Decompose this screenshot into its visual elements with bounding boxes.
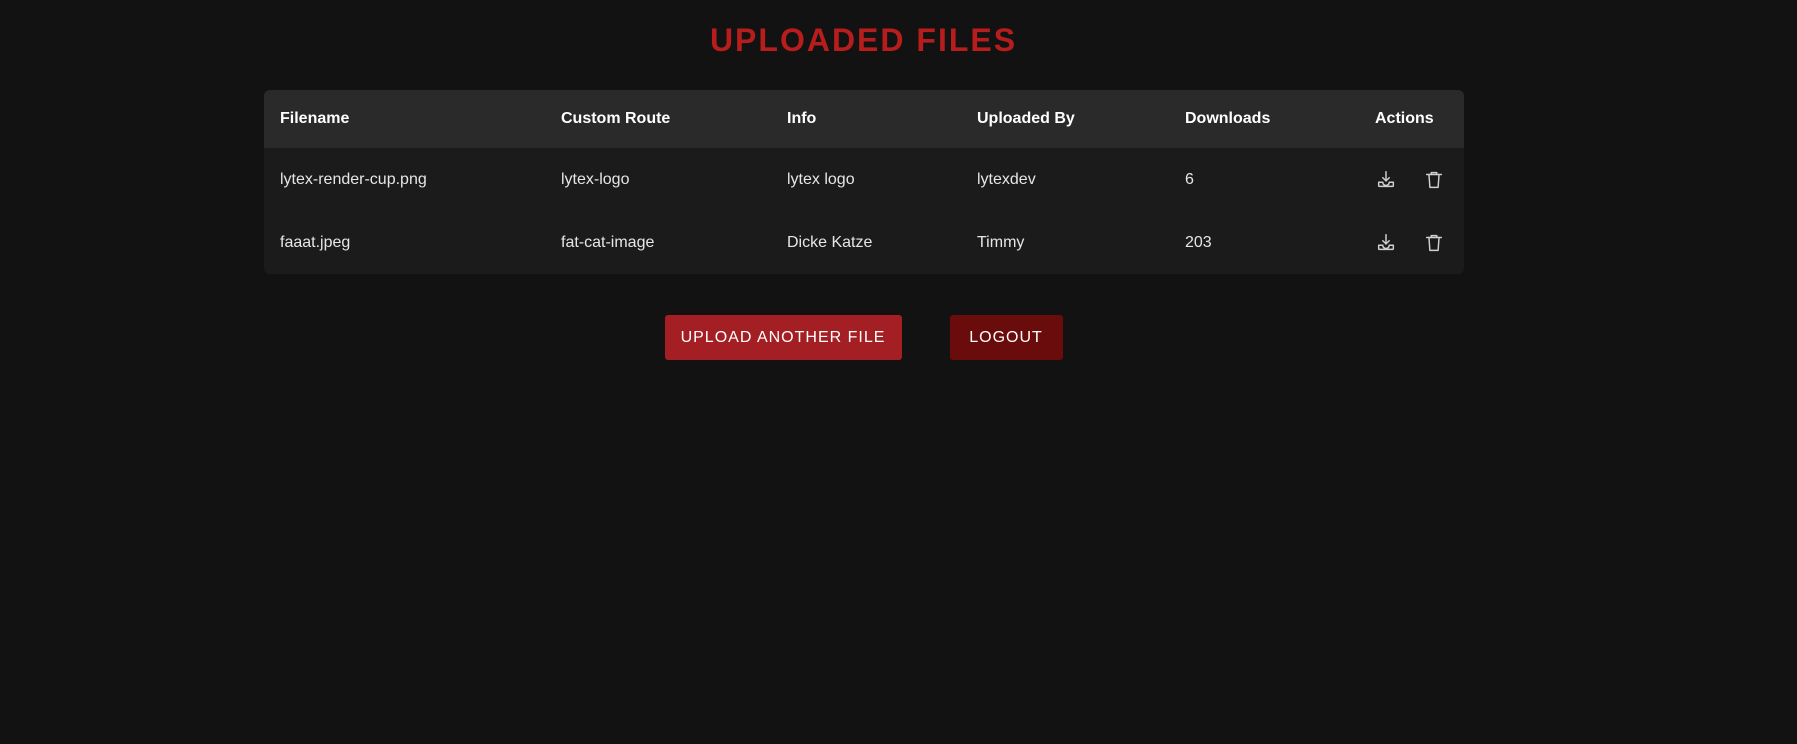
cell-downloads: 6 [1185,170,1194,188]
header-custom-route: Custom Route [561,110,671,127]
header-filename: Filename [280,110,350,127]
cell-filename: lytex-render-cup.png [280,170,427,188]
trash-icon[interactable] [1423,169,1445,191]
cell-custom-route: fat-cat-image [561,233,655,251]
cell-actions [1359,211,1464,274]
cell-uploaded-by: Timmy [977,233,1025,251]
uploaded-files-page: UPLOADED FILES Filename Custom Route Inf… [0,0,1797,744]
header-info: Info [787,110,817,127]
page-title: UPLOADED FILES [709,22,1018,58]
cell-actions [1359,148,1464,211]
header-uploaded-by: Uploaded By [977,110,1075,127]
action-buttons: UPLOAD ANOTHER FILE LOGOUT [0,315,1727,360]
cell-filename: faaat.jpeg [280,233,351,251]
files-table: Filename Custom Route Info Uploaded By D… [264,90,1464,274]
files-table-container: Filename Custom Route Info Uploaded By D… [264,90,1464,274]
cell-info: lytex logo [787,170,855,188]
table-header-row: Filename Custom Route Info Uploaded By D… [264,90,1464,148]
header-downloads: Downloads [1185,110,1271,127]
logout-button[interactable]: LOGOUT [949,315,1063,360]
row-actions [1375,148,1464,211]
cell-uploaded-by: lytexdev [977,170,1036,188]
cell-downloads: 203 [1185,233,1212,251]
download-icon[interactable] [1375,169,1397,191]
table-row: lytex-render-cup.png lytex-logo lytex lo… [264,148,1464,211]
download-icon[interactable] [1375,232,1397,254]
table-row: faaat.jpeg fat-cat-image Dicke Katze Tim… [264,211,1464,274]
cell-custom-route: lytex-logo [561,170,630,188]
row-actions [1375,211,1464,274]
trash-icon[interactable] [1423,232,1445,254]
cell-info: Dicke Katze [787,233,873,251]
upload-another-file-button[interactable]: UPLOAD ANOTHER FILE [664,315,902,360]
header-actions: Actions [1375,110,1434,127]
